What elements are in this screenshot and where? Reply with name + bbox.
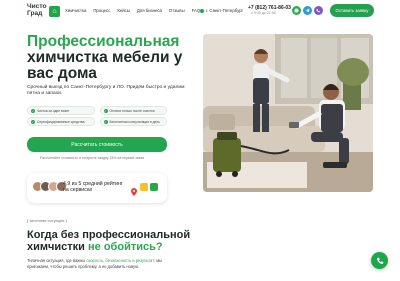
nav-item-cleaning[interactable]: Химчистка [65,8,86,13]
feature-item: ✓ Оплата только после очистки [99,106,167,115]
yandex-maps-icon[interactable] [140,183,148,191]
feature-item: ✓ Бесплатная консультация в день [99,117,167,126]
feature-list: ✓ Чистка за один визит ✓ Оплата только п… [27,106,167,126]
logo[interactable]: Чисто Град ⌂ [27,3,61,19]
rating-card: 4,9 из 5 средний рейтинг на сервисах [27,173,167,203]
main-nav: Химчистка Процесс Кейсы Для бизнеса Отзы… [65,8,200,13]
location-pin-icon [200,8,204,13]
phone-icon [376,252,384,270]
section-title-accent: не обойтись? [88,240,163,253]
check-icon: ✓ [103,108,108,113]
feature-item: ✓ Чистка за один визит [27,106,95,115]
house-logo-icon: ⌂ [49,5,60,17]
feature-label: Оплата только после очистки [109,108,155,113]
discount-note: Рассчитайте стоимость и получите скидку … [40,156,144,160]
request-button[interactable]: Оставить заявку [330,4,374,17]
hero-title-rest: химчистка мебели у вас дома [27,48,183,82]
whatsapp-icon[interactable] [292,6,301,15]
city-selector[interactable]: г. Санкт-Петербург [200,8,243,13]
section-text: Типичная ситуация, где важны скорость, б… [27,258,177,269]
site-header: Чисто Град ⌂ Химчистка Процесс Кейсы Для… [0,0,400,22]
check-icon: ✓ [103,119,108,124]
feature-label: Сертифицированные средства [37,119,85,124]
nav-item-reviews[interactable]: Отзывы [169,8,185,13]
section-text-before: Типичная ситуация, где важны [27,258,86,263]
nav-item-business[interactable]: Для бизнеса [137,8,162,13]
logo-text: Чисто Град [27,3,47,17]
section-text-accent: скорость, безопасность и результат [86,258,155,263]
map-pin-icon[interactable] [131,183,137,196]
reviewer-avatars [32,181,67,192]
telegram-icon[interactable] [303,6,312,15]
city-label: г. Санкт-Петербург [206,8,244,13]
section-tag: [ типичная ситуация ] [27,218,67,223]
viber-icon[interactable] [314,6,323,15]
section-title: Когда без профессиональной химчистки не … [27,229,217,254]
rating-text: 4,9 из 5 средний рейтинг на сервисах [63,181,123,194]
feature-label: Бесплатная консультация в день [109,119,160,124]
hero-title: Профессиональная химчистка мебели у вас … [27,34,202,81]
feature-label: Чистка за один визит [37,108,70,113]
check-icon: ✓ [31,108,35,113]
work-hours: с 9:00 до 21:00 [251,11,276,15]
nav-item-cases[interactable]: Кейсы [117,8,130,13]
nav-item-faq[interactable]: FAQ [192,8,201,13]
floating-call-button[interactable] [371,252,388,269]
calculate-cost-button[interactable]: Рассчитать стоимость [27,137,167,152]
hero-photo [203,34,373,192]
feature-item: ✓ Сертифицированные средства [27,117,95,126]
2gis-icon[interactable] [150,183,158,191]
hero-subtitle: Срочный выезд по Санкт-Петербургу и ЛО. … [27,85,185,97]
check-icon: ✓ [31,119,35,124]
nav-item-process[interactable]: Процесс [93,8,110,13]
hero-title-accent: Профессиональная [27,33,180,50]
